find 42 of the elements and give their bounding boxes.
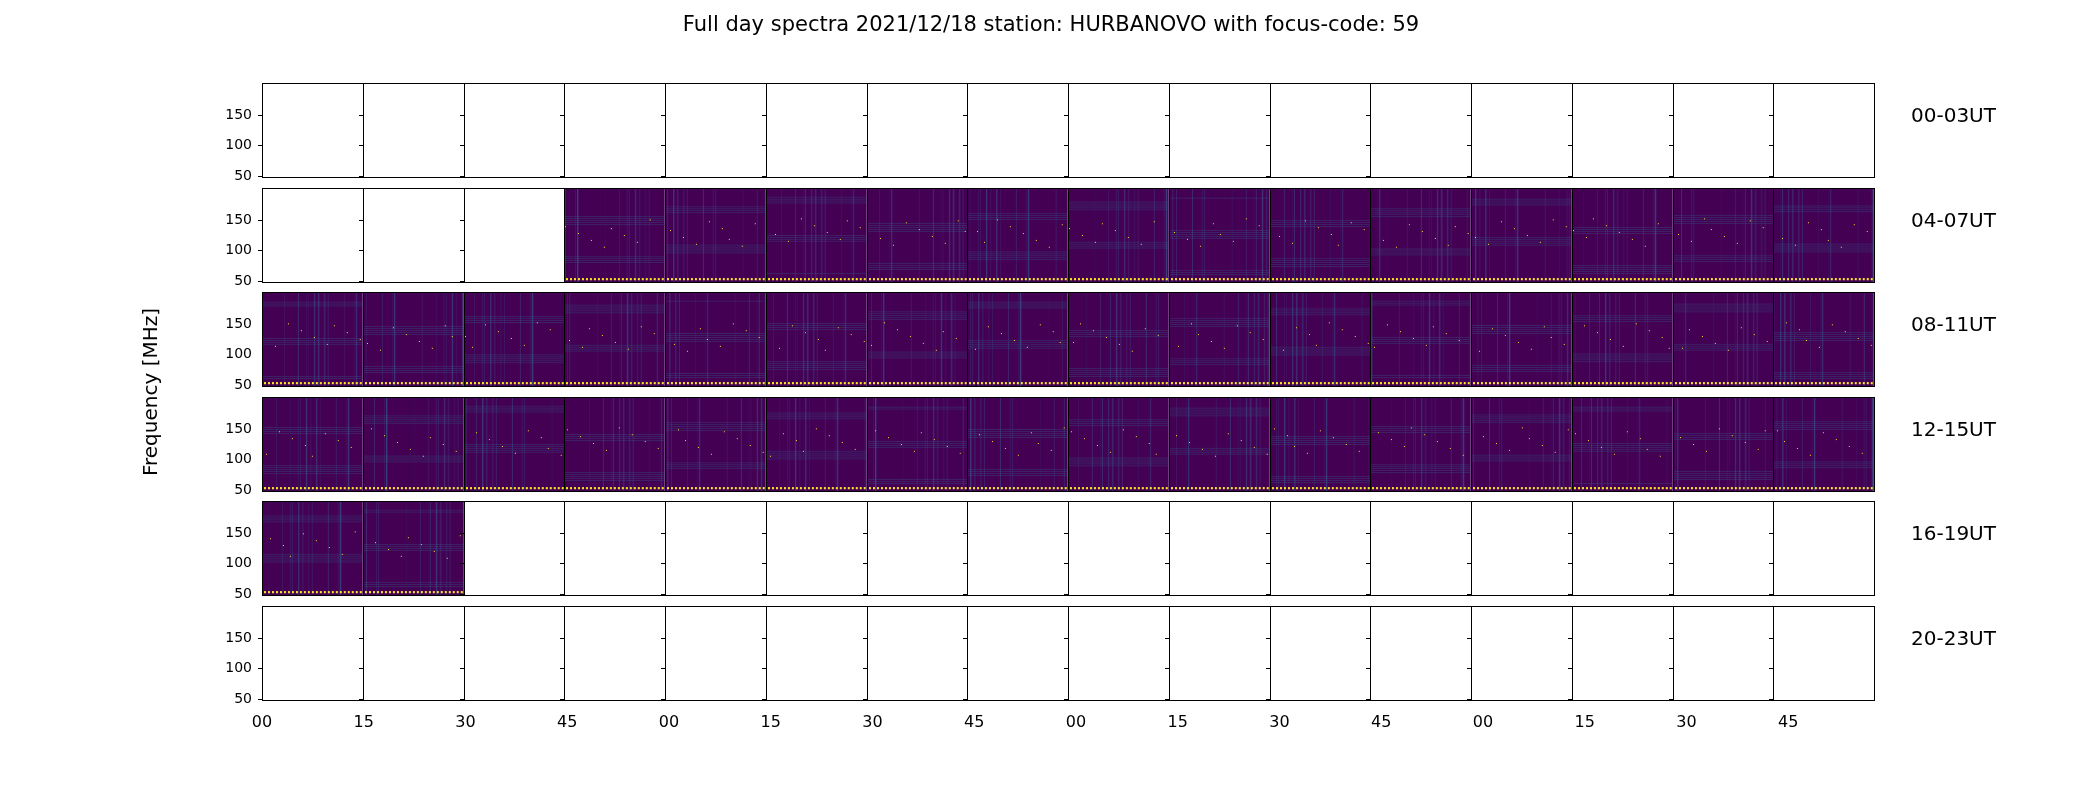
row-time-label: 12-15UT xyxy=(1911,416,1996,441)
x-tick-label: 45 xyxy=(1371,712,1392,731)
row-time-label: 20-23UT xyxy=(1911,625,1996,650)
row-time-label: 00-03UT xyxy=(1911,103,1996,127)
x-tick-label: 45 xyxy=(1778,712,1799,731)
x-tick-label: 30 xyxy=(1676,712,1697,731)
figure-title: Full day spectra 2021/12/18 station: HURBANOVO with focus-code: 59 xyxy=(681,11,1421,38)
y-tick-label: 150 xyxy=(225,211,252,226)
x-tick-label: 15 xyxy=(760,712,781,731)
x-tick-label: 45 xyxy=(964,712,985,731)
y-tick-label: 50 xyxy=(234,377,252,391)
x-tick-label: 15 xyxy=(1574,712,1595,731)
x-tick-label: 00 xyxy=(1472,712,1494,731)
y-tick-label: 150 xyxy=(225,420,252,435)
x-tick-label: 15 xyxy=(1167,712,1188,731)
x-tick-label: 45 xyxy=(557,712,578,731)
row-time-label: 16-19UT xyxy=(1911,521,1996,545)
row-time-label: 04-07UT xyxy=(1911,207,1996,232)
x-tick-label: 00 xyxy=(1065,712,1087,731)
y-tick-label: 100 xyxy=(225,450,252,465)
x-tick-label: 15 xyxy=(353,712,374,731)
x-tick-label: 30 xyxy=(455,712,476,731)
y-tick-label: 100 xyxy=(225,137,252,151)
x-tick-label: 30 xyxy=(862,712,883,731)
x-tick-label: 30 xyxy=(1269,712,1290,731)
x-tick-label: 00 xyxy=(251,712,273,731)
row-time-label: 08-11UT xyxy=(1911,312,1996,336)
y-tick-label: 50 xyxy=(234,481,252,496)
x-tick-label: 00 xyxy=(658,712,680,731)
y-tick-label: 100 xyxy=(225,659,252,674)
y-tick-label: 50 xyxy=(234,272,252,287)
y-axis-label: Frequency [MHz] xyxy=(138,307,162,476)
y-tick-label: 150 xyxy=(225,629,252,644)
y-tick-label: 50 xyxy=(234,690,252,705)
y-tick-label: 100 xyxy=(225,241,252,256)
y-tick-label: 150 xyxy=(225,316,252,330)
y-tick-label: 50 xyxy=(234,168,252,182)
y-tick-label: 100 xyxy=(225,346,252,360)
y-tick-label: 150 xyxy=(225,107,252,121)
y-tick-label: 100 xyxy=(225,555,252,569)
y-tick-label: 150 xyxy=(225,525,252,539)
y-tick-label: 50 xyxy=(234,586,252,600)
